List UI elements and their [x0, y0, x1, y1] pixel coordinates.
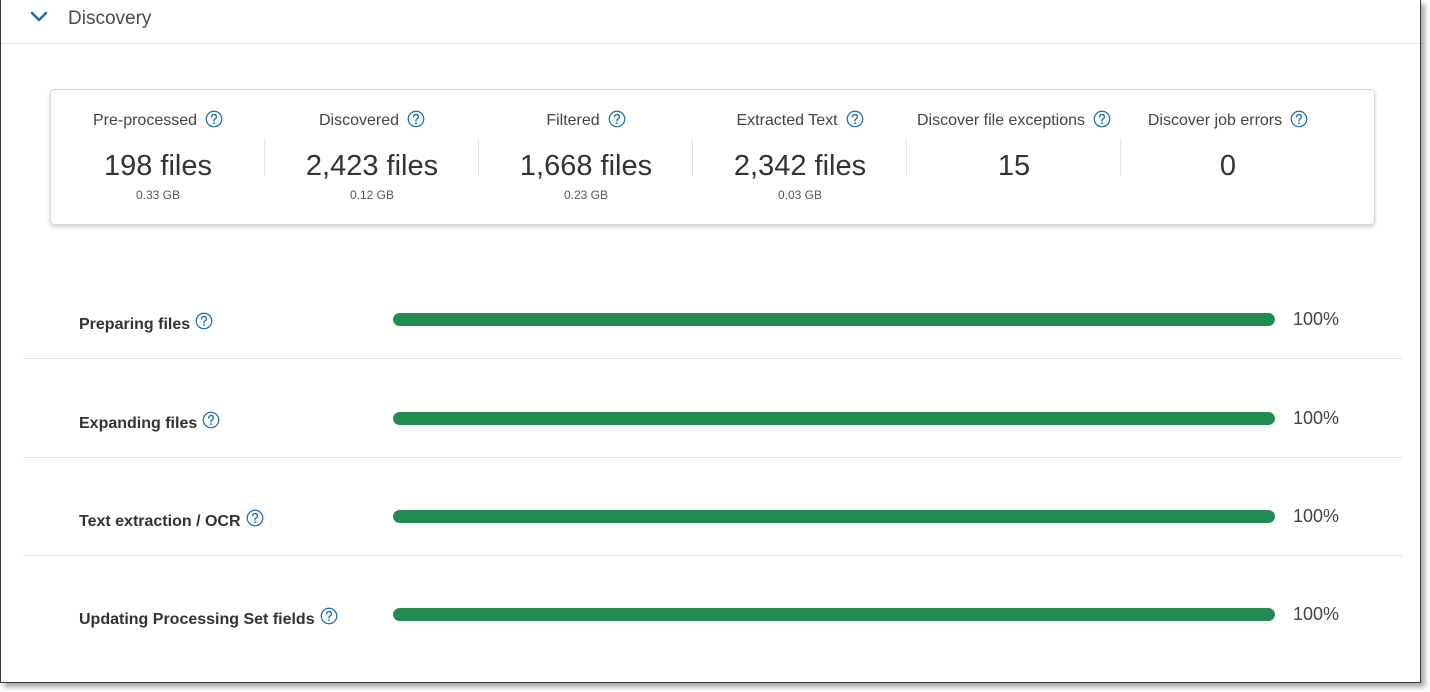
help-icon[interactable] [246, 509, 264, 527]
stat-discover-file-exceptions: Discover file exceptions 15 [907, 90, 1121, 224]
summary-card: Pre-processed 198 files 0.33 GB Discover… [50, 89, 1375, 225]
progress-bar [393, 313, 1275, 326]
progress-row-preparing-files: Preparing files 100% [23, 261, 1402, 359]
discovery-panel: Discovery Pre-processed 198 files 0.33 G… [0, 0, 1421, 683]
progress-row-expanding-files: Expanding files 100% [23, 360, 1402, 458]
progress-fill [393, 510, 1275, 523]
stat-label: Discovered [318, 112, 400, 129]
stat-label: Pre-processed [92, 112, 198, 129]
progress-bar [393, 608, 1275, 621]
help-icon[interactable] [205, 110, 223, 128]
stat-pre-processed: Pre-processed 198 files 0.33 GB [51, 90, 265, 224]
chevron-down-icon[interactable] [29, 9, 49, 25]
progress-bar [393, 510, 1275, 523]
stat-discover-job-errors: Discover job errors 0 [1121, 90, 1335, 224]
help-icon[interactable] [1093, 110, 1111, 128]
help-icon[interactable] [608, 110, 626, 128]
help-icon[interactable] [407, 110, 425, 128]
progress-percent: 100% [1293, 604, 1340, 624]
stat-value: 2,423 files [305, 150, 439, 182]
stat-size: 0.03 GB [777, 188, 823, 202]
stat-value: 15 [997, 150, 1031, 182]
progress-label: Preparing files [79, 316, 191, 333]
stat-size: 0.33 GB [135, 188, 181, 202]
stat-value: 1,668 files [519, 150, 653, 182]
progress-fill [393, 608, 1275, 621]
stat-value: 198 files [103, 150, 212, 182]
progress-label: Expanding files [79, 415, 198, 432]
help-icon[interactable] [846, 110, 864, 128]
stat-label: Discover file exceptions [916, 112, 1086, 129]
progress-percent: 100% [1293, 309, 1340, 329]
progress-label: Text extraction / OCR [79, 513, 241, 530]
stat-filtered: Filtered 1,668 files 0.23 GB [479, 90, 693, 224]
progress-fill [393, 313, 1275, 326]
stat-label: Extracted Text [736, 112, 838, 129]
help-icon[interactable] [195, 312, 213, 330]
progress-fill [393, 412, 1275, 425]
progress-row-updating-fields: Updating Processing Set fields 100% [23, 556, 1402, 654]
stat-value: 2,342 files [733, 150, 867, 182]
stat-size: 0.12 GB [349, 188, 395, 202]
progress-percent: 100% [1293, 408, 1340, 428]
stat-value: 0 [1219, 150, 1237, 182]
progress-percent: 100% [1293, 506, 1340, 526]
help-icon[interactable] [1290, 110, 1308, 128]
stat-extracted-text: Extracted Text 2,342 files 0.03 GB [693, 90, 907, 224]
stat-label: Discover job errors [1147, 112, 1283, 129]
stat-discovered: Discovered 2,423 files 0.12 GB [265, 90, 479, 224]
help-icon[interactable] [320, 607, 338, 625]
stat-size: 0.23 GB [563, 188, 609, 202]
progress-label: Updating Processing Set fields [79, 611, 315, 628]
section-header[interactable]: Discovery [1, 0, 1420, 44]
stat-label: Filtered [546, 112, 600, 129]
progress-row-text-extraction: Text extraction / OCR 100% [23, 458, 1402, 556]
help-icon[interactable] [202, 411, 220, 429]
section-title: Discovery [68, 8, 152, 29]
progress-bar [393, 412, 1275, 425]
